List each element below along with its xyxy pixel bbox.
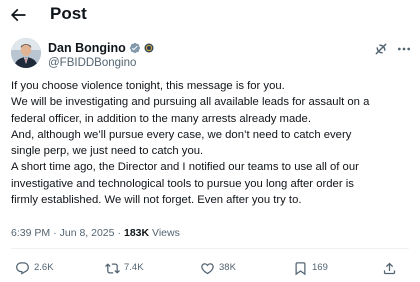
- divider: [11, 248, 409, 249]
- post-text-line: federal officer, in addition to the many…: [11, 112, 311, 125]
- arrow-left-icon: [10, 8, 26, 22]
- share-icon: [383, 262, 396, 274]
- avatar-image: [11, 38, 41, 68]
- post-text-line: We will be investigating and pursuing al…: [11, 96, 370, 109]
- meta-separator: ·: [53, 227, 57, 239]
- more-dots-icon: [398, 47, 410, 51]
- bookmark-count: 169: [312, 262, 328, 273]
- views-count: 183K: [124, 227, 150, 239]
- like-button[interactable]: 38K: [200, 258, 236, 278]
- post-text-line: And, although we’ll pursue every case, w…: [11, 128, 352, 141]
- post-time[interactable]: 6:39 PM: [11, 227, 50, 239]
- grok-icon: [375, 43, 387, 55]
- page-title: Post: [50, 4, 87, 23]
- meta-separator: ·: [117, 227, 122, 239]
- reply-count: 2.6K: [34, 262, 54, 273]
- heart-icon: [201, 262, 214, 274]
- affiliate-seal-icon[interactable]: [144, 43, 154, 53]
- name-row: Dan Bongino: [48, 40, 154, 56]
- post-text-line: investigative and technological tools to…: [11, 177, 354, 190]
- bookmark-icon: [295, 261, 306, 275]
- display-name[interactable]: Dan Bongino: [48, 41, 126, 56]
- top-bar: Post: [0, 0, 420, 30]
- post-text-line: If you choose violence tonight, this mes…: [11, 80, 285, 92]
- reply-icon: [16, 261, 29, 275]
- post-text-line: A short time ago, the Director and I not…: [11, 161, 359, 174]
- action-bar: 2.6K 7.4K 38K 169: [0, 258, 420, 278]
- post-author: Dan Bongino @FBIDDBongino: [11, 38, 411, 72]
- grok-button[interactable]: [373, 41, 389, 57]
- more-options-button[interactable]: [396, 41, 412, 57]
- post-text-line: firmly established. We will not forget. …: [11, 194, 302, 207]
- like-count: 38K: [219, 262, 236, 273]
- repost-icon: [105, 262, 120, 274]
- repost-count: 7.4K: [124, 262, 144, 273]
- reply-button[interactable]: 2.6K: [15, 258, 54, 278]
- post-date[interactable]: Jun 8, 2025: [60, 227, 115, 239]
- post-text: If you choose violence tonight, this mes…: [11, 78, 411, 208]
- back-button[interactable]: [8, 5, 28, 25]
- repost-button[interactable]: 7.4K: [105, 258, 144, 278]
- share-button[interactable]: [382, 258, 397, 278]
- post-meta: 6:39 PM · Jun 8, 2025 · 183K Views: [11, 226, 180, 240]
- verified-badge-icon: [129, 42, 140, 54]
- bookmark-button[interactable]: 169: [293, 258, 328, 278]
- post-text-line: single perp, we just need to catch you.: [11, 145, 204, 158]
- avatar[interactable]: [11, 38, 41, 68]
- views-label: Views: [152, 227, 180, 239]
- user-handle[interactable]: @FBIDDBongino: [48, 56, 136, 70]
